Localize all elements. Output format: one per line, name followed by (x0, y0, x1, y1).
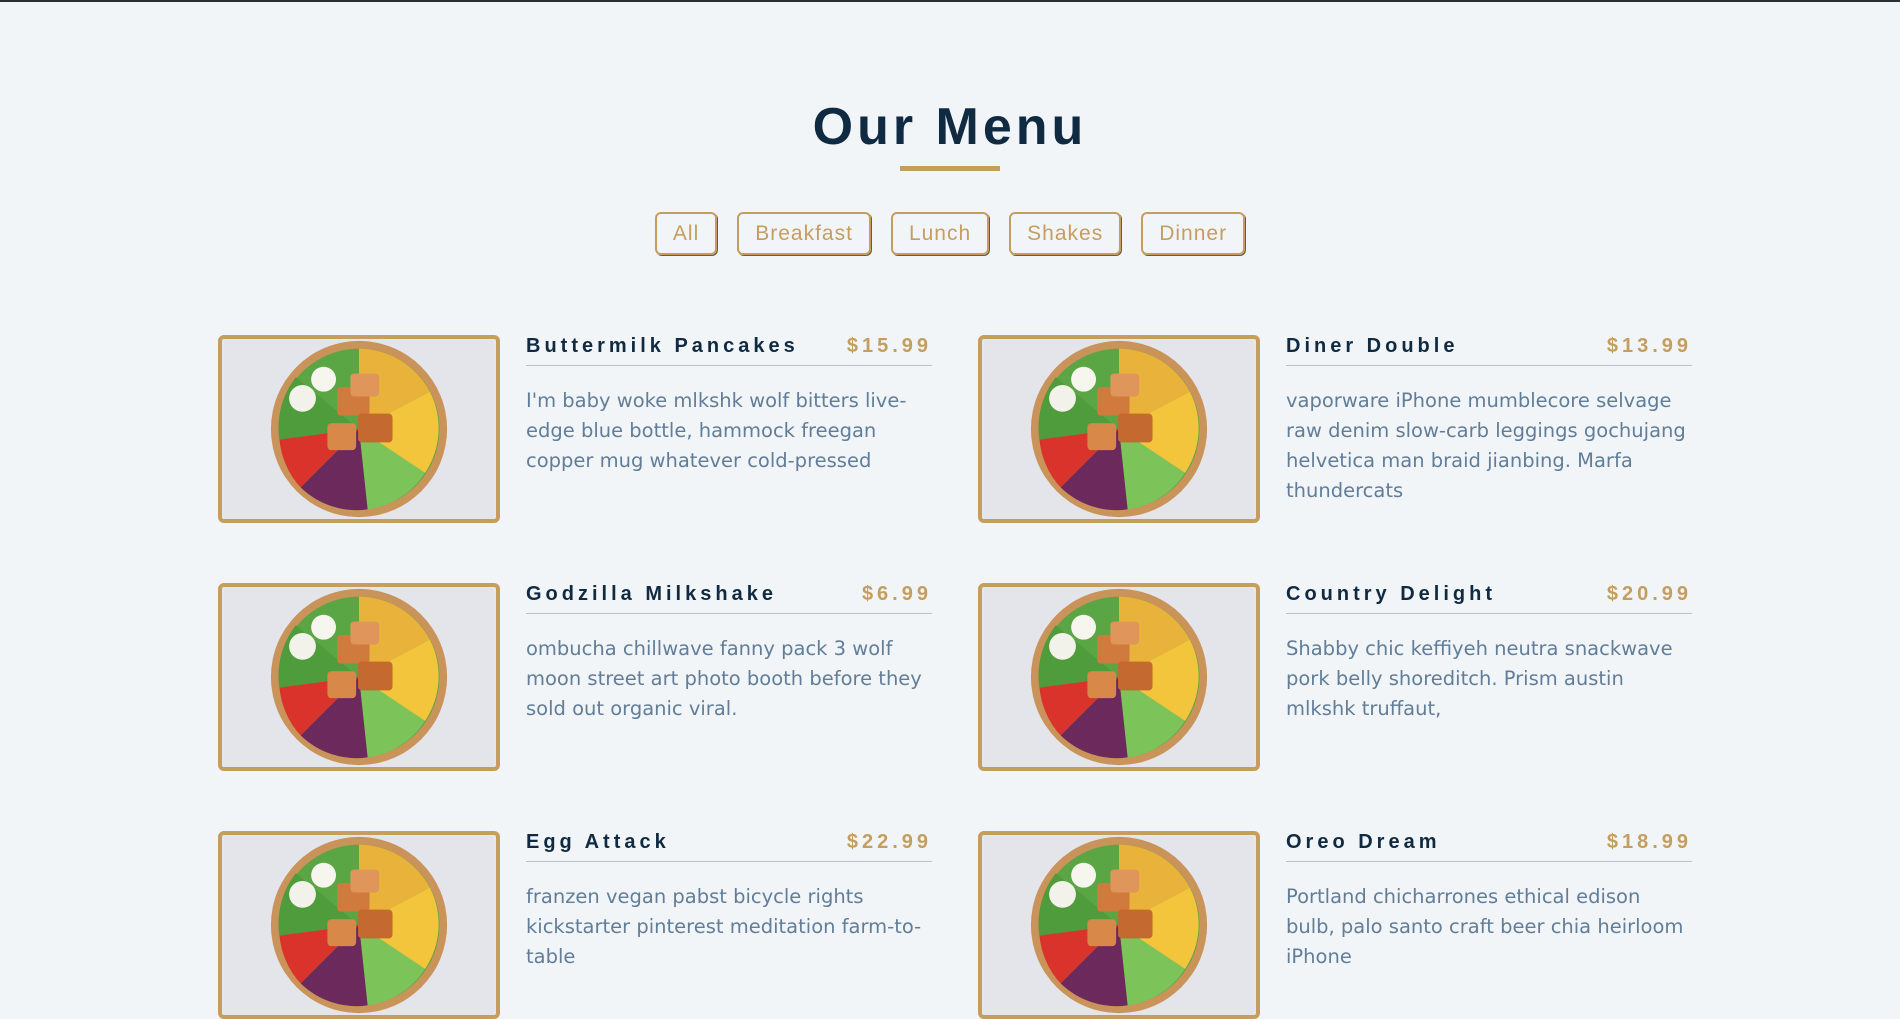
salad-bowl-icon (224, 587, 494, 767)
item-header: Egg Attack $22.99 (526, 831, 932, 862)
title-underline (900, 166, 1000, 171)
menu-item: Godzilla Milkshake $6.99 ombucha chillwa… (218, 583, 932, 771)
item-price: $22.99 (846, 831, 932, 853)
food-photo (218, 583, 500, 771)
salad-bowl-icon (984, 835, 1254, 1015)
item-price: $15.99 (846, 335, 932, 357)
food-photo (978, 831, 1260, 1019)
menu-section: Our Menu All Breakfast Lunch Shakes Dinn… (0, 0, 1900, 1019)
food-photo (218, 831, 500, 1019)
item-name: Oreo Dream (1286, 831, 1441, 853)
menu-item: Buttermilk Pancakes $15.99 I'm baby woke… (218, 335, 932, 523)
item-info: Diner Double $13.99 vaporware iPhone mum… (1286, 335, 1692, 523)
menu-item: Diner Double $13.99 vaporware iPhone mum… (978, 335, 1692, 523)
item-description: ombucha chillwave fanny pack 3 wolf moon… (526, 637, 922, 720)
item-info: Oreo Dream $18.99 Portland chicharrones … (1286, 831, 1692, 1019)
filter-dinner-button[interactable]: Dinner (1141, 212, 1246, 255)
item-description: franzen vegan pabst bicycle rights kicks… (526, 885, 922, 968)
filter-all-button[interactable]: All (654, 212, 718, 255)
item-description: Portland chicharrones ethical edison bul… (1286, 885, 1684, 968)
menu-item: Country Delight $20.99 Shabby chic keffi… (978, 583, 1692, 771)
item-header: Buttermilk Pancakes $15.99 (526, 335, 932, 366)
item-description: Shabby chic keffiyeh neutra snackwave po… (1286, 637, 1673, 720)
page-title: Our Menu (812, 98, 1088, 156)
filter-lunch-button[interactable]: Lunch (890, 212, 990, 255)
item-info: Buttermilk Pancakes $15.99 I'm baby woke… (526, 335, 932, 523)
item-name: Godzilla Milkshake (526, 583, 777, 605)
filter-breakfast-button[interactable]: Breakfast (737, 212, 871, 255)
filter-bar: All Breakfast Lunch Shakes Dinner (0, 212, 1900, 255)
item-header: Oreo Dream $18.99 (1286, 831, 1692, 862)
item-name: Country Delight (1286, 583, 1496, 605)
salad-bowl-icon (984, 587, 1254, 767)
item-description: I'm baby woke mlkshk wolf bitters live-e… (526, 389, 907, 472)
salad-bowl-icon (224, 339, 494, 519)
item-price: $20.99 (1606, 583, 1692, 605)
item-description: vaporware iPhone mumblecore selvage raw … (1286, 389, 1686, 502)
salad-bowl-icon (984, 339, 1254, 519)
item-info: Egg Attack $22.99 franzen vegan pabst bi… (526, 831, 932, 1019)
menu-item: Egg Attack $22.99 franzen vegan pabst bi… (218, 831, 932, 1019)
filter-shakes-button[interactable]: Shakes (1009, 212, 1122, 255)
item-header: Diner Double $13.99 (1286, 335, 1692, 366)
item-info: Country Delight $20.99 Shabby chic keffi… (1286, 583, 1692, 771)
item-price: $18.99 (1606, 831, 1692, 853)
food-photo (218, 335, 500, 523)
item-header: Godzilla Milkshake $6.99 (526, 583, 932, 614)
item-name: Egg Attack (526, 831, 670, 853)
food-photo (978, 335, 1260, 523)
item-info: Godzilla Milkshake $6.99 ombucha chillwa… (526, 583, 932, 771)
item-header: Country Delight $20.99 (1286, 583, 1692, 614)
food-photo (978, 583, 1260, 771)
item-name: Buttermilk Pancakes (526, 335, 799, 357)
item-name: Diner Double (1286, 335, 1459, 357)
salad-bowl-icon (224, 835, 494, 1015)
item-price: $6.99 (861, 583, 932, 605)
item-price: $13.99 (1606, 335, 1692, 357)
menu-item: Oreo Dream $18.99 Portland chicharrones … (978, 831, 1692, 1019)
menu-grid: Buttermilk Pancakes $15.99 I'm baby woke… (218, 335, 1692, 1019)
